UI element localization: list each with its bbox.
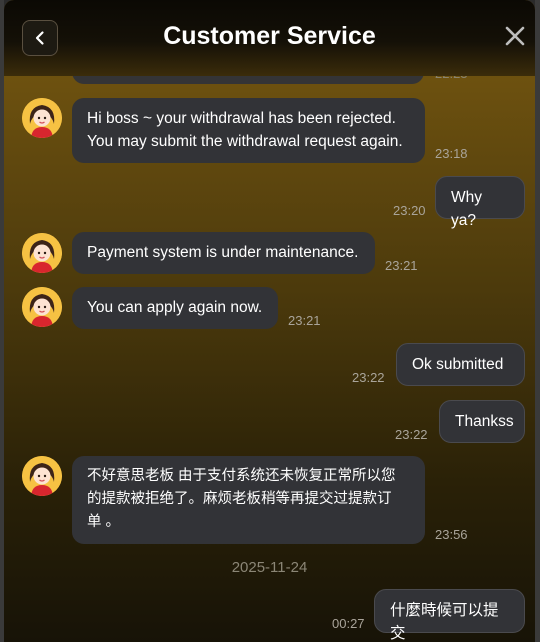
message-time: 23:21 [385,258,418,273]
date-separator: 2025-11-24 [231,559,308,576]
message-time: 23:21 [288,313,321,328]
agent-message-bubble: You can apply again now. [72,287,278,329]
agent-avatar [22,233,62,273]
message-text: 的提款被拒绝了。麻烦老板稍等再提交过提款订 [87,491,392,507]
close-icon [505,26,525,46]
message-text: Thankss [455,413,514,430]
message-text: Why ya? [451,189,482,229]
message-text: Ok submitted [412,356,504,373]
message-text: You can apply again now. [87,299,263,316]
right-edge [535,0,540,642]
user-message-bubble: 什麼時候可以提交 [374,589,525,642]
message-text: 单 。 [87,514,121,530]
message-time: 23:20 [393,203,426,218]
agent-avatar-icon [22,98,62,138]
agent-avatar-icon [22,287,62,327]
user-message-bubble: Thankss [439,400,525,443]
message-time: 23:22 [395,427,428,442]
agent-message-bubble: 不好意思老板 由于支付系统还未恢复正常所以您 的提款被拒绝了。麻烦老板稍等再提交… [72,456,425,544]
agent-message-bubble: Hi boss ~ your withdrawal has been rejec… [72,98,425,163]
message-text: You may submit the withdrawal request ag… [87,133,403,150]
agent-avatar [22,287,62,327]
agent-message-bubble: Payment system is under maintenance. [72,232,375,274]
message-time: 00:27 [332,616,365,631]
chat-header: Customer Service [4,0,535,76]
close-button[interactable] [504,25,530,51]
user-message-bubble: Why ya? [435,176,525,229]
agent-avatar-icon [22,456,62,496]
message-text: Payment system is under maintenance. [87,244,359,261]
message-time: 23:22 [352,370,385,385]
message-time: 23:56 [435,527,468,542]
message-text: 不好意思老板 由于支付系统还未恢复正常所以您 [87,468,396,484]
agent-avatar-icon [22,233,62,273]
agent-avatar [22,456,62,496]
user-message-bubble: Ok submitted [396,343,525,386]
message-text: Hi boss ~ your withdrawal has been rejec… [87,110,396,127]
chat-window: Customer Service 22:23 Hi boss ~ your wi… [4,0,535,642]
page-title: Customer Service [163,22,376,50]
message-time: 23:18 [435,146,468,161]
message-text: 什麼時候可以提交 [390,602,499,642]
agent-avatar [22,98,62,138]
